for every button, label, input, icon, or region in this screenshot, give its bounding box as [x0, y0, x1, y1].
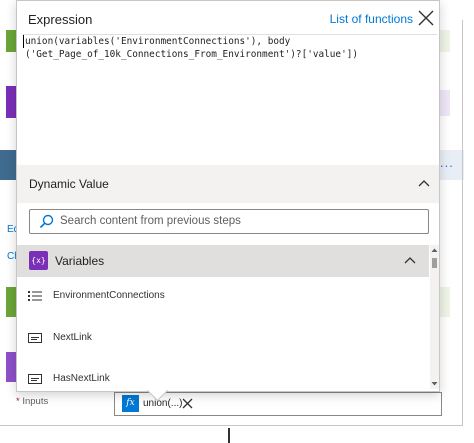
list-item-label: NextLink — [53, 332, 92, 343]
string-icon — [28, 333, 42, 343]
variables-icon: {x} — [29, 251, 48, 270]
more-options-icon[interactable]: ... — [440, 155, 454, 170]
scope-card-header: ... — [438, 150, 464, 180]
inputs-label-text: Inputs — [22, 396, 49, 407]
action-card-edge — [6, 30, 16, 52]
scope-card-edge — [0, 150, 16, 180]
popup-title: Expression — [28, 12, 93, 27]
close-icon[interactable] — [182, 398, 193, 409]
scrollbar[interactable] — [430, 245, 439, 389]
list-item[interactable]: EnvironmentConnections — [17, 277, 429, 317]
fx-icon: fx — [122, 395, 139, 412]
scroll-down-arrow-icon[interactable] — [431, 380, 438, 387]
canvas-border — [462, 20, 463, 425]
array-icon — [28, 291, 42, 301]
list-item-label: HasNextLink — [53, 373, 110, 384]
action-card-edge — [6, 287, 16, 317]
search-input[interactable] — [60, 210, 420, 231]
required-mark: * — [16, 396, 20, 407]
list-item-label: EnvironmentConnections — [53, 290, 165, 301]
chevron-up-icon[interactable] — [417, 177, 431, 191]
variables-title: Variables — [55, 254, 105, 268]
chevron-up-icon[interactable] — [403, 254, 417, 268]
expression-text[interactable]: union(variables('EnvironmentConnections'… — [25, 35, 430, 61]
search-icon — [39, 214, 54, 229]
dynamic-value-title: Dynamic Value — [29, 177, 109, 191]
search-box[interactable] — [29, 209, 429, 234]
dynamic-content-list: {x} Variables EnvironmentConnections Nex… — [17, 245, 429, 389]
inputs-field[interactable]: fx union(...) — [114, 392, 442, 416]
dynamic-value-header[interactable]: Dynamic Value — [17, 165, 439, 203]
list-item[interactable]: NextLink — [17, 319, 429, 359]
close-icon[interactable] — [417, 9, 435, 27]
expression-editor[interactable]: union(variables('EnvironmentConnections'… — [23, 34, 437, 165]
list-item[interactable]: HasNextLink — [17, 360, 429, 389]
text-caret — [23, 35, 24, 48]
canvas-border — [0, 425, 463, 426]
variable-card-edge — [6, 352, 16, 382]
scroll-thumb[interactable] — [432, 258, 437, 268]
popup-header: Expression List of functions — [17, 1, 439, 37]
string-icon — [28, 374, 42, 384]
expression-popup: Expression List of functions union(varia… — [16, 0, 440, 392]
token-label: union(...) — [143, 398, 183, 409]
list-of-functions-link[interactable]: List of functions — [330, 12, 413, 26]
variable-card-edge — [6, 86, 16, 118]
scroll-up-arrow-icon[interactable] — [431, 247, 438, 254]
inputs-label: * Inputs — [16, 396, 48, 407]
variables-group-header[interactable]: {x} Variables — [17, 245, 429, 277]
connector-line — [228, 428, 230, 443]
